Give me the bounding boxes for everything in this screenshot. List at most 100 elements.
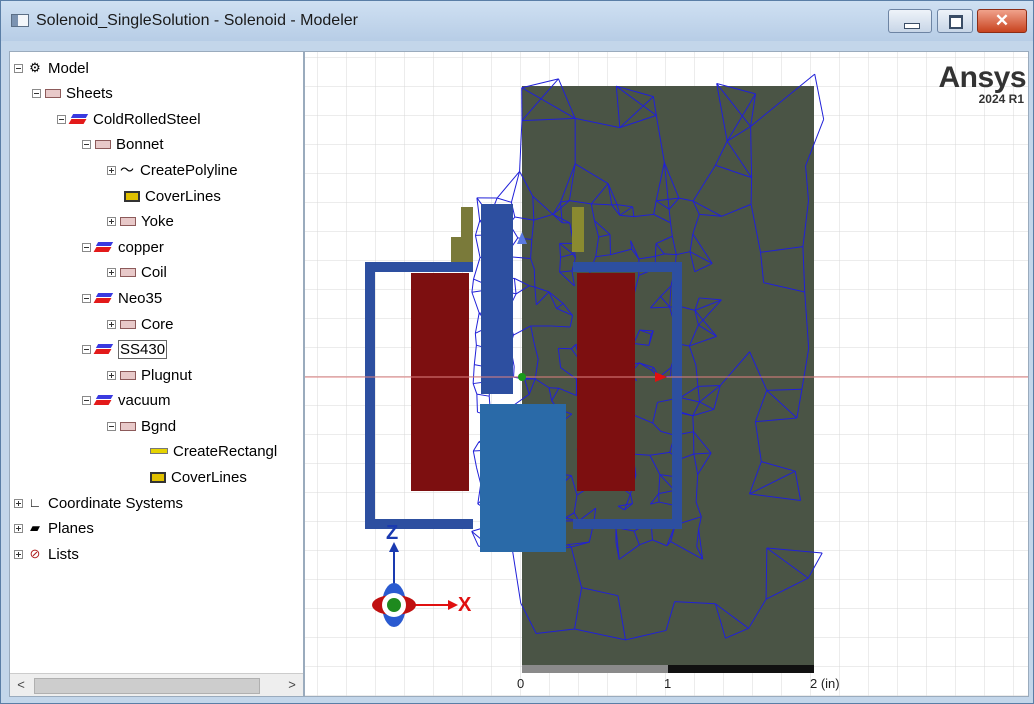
tree-item-label: copper: [118, 238, 164, 256]
collapse-icon[interactable]: [32, 88, 41, 98]
material-icon: [95, 395, 113, 405]
tree-item-label: Coordinate Systems: [48, 494, 184, 512]
cover-lines-icon: [150, 471, 166, 483]
tree-item-label: Bonnet: [116, 135, 164, 153]
expand-icon[interactable]: [14, 549, 23, 559]
modeler-viewport[interactable]: Z X Ansys 2024 R1 0 1 2 (in): [304, 51, 1029, 697]
collapse-icon[interactable]: [82, 242, 91, 252]
collapse-icon[interactable]: [82, 344, 91, 354]
sheet-icon: [120, 267, 136, 277]
close-icon: ✕: [994, 11, 1010, 30]
tree-item-copper[interactable]: copper: [82, 235, 164, 259]
tree-item-coldrolledsteel[interactable]: ColdRolledSteel: [57, 107, 201, 131]
scale-label-0: 0: [517, 676, 525, 691]
scroll-left-icon[interactable]: <: [12, 677, 30, 693]
tree-item-core[interactable]: Core: [107, 312, 174, 336]
tree-item-label: Lists: [48, 545, 79, 563]
mesh-canvas[interactable]: [305, 52, 1029, 697]
maximize-button[interactable]: [937, 9, 973, 33]
expand-icon[interactable]: [107, 216, 116, 226]
tree-item-label: CreateRectangl: [173, 442, 278, 460]
expand-icon[interactable]: [14, 498, 23, 508]
material-icon: [95, 293, 113, 303]
tree-item-coordinate-systems[interactable]: ∟ Coordinate Systems: [14, 491, 183, 515]
expand-icon[interactable]: [14, 523, 23, 533]
tree-item-coil[interactable]: Coil: [107, 260, 167, 284]
modeler-window: Solenoid_SingleSolution - Solenoid - Mod…: [0, 0, 1034, 704]
tree-item-neo35[interactable]: Neo35: [82, 286, 162, 310]
tree-item-yoke[interactable]: Yoke: [107, 209, 174, 233]
expand-icon[interactable]: [107, 370, 116, 380]
tree-item-vacuum[interactable]: vacuum: [82, 388, 171, 412]
collapse-icon[interactable]: [14, 63, 23, 73]
polyline-icon: 〜: [120, 162, 134, 178]
tree-item-label: CreatePolyline: [140, 161, 238, 179]
material-icon: [95, 242, 113, 252]
cover-lines-icon: [124, 190, 140, 202]
collapse-icon[interactable]: [107, 421, 116, 431]
tree-item-label: vacuum: [118, 391, 171, 409]
scroll-thumb[interactable]: [34, 678, 260, 694]
coordinate-system-icon: ∟: [28, 495, 42, 510]
tree-item-label: Model: [48, 59, 89, 77]
tree-item-label: Plugnut: [141, 366, 192, 384]
title-bar[interactable]: Solenoid_SingleSolution - Solenoid - Mod…: [1, 1, 1033, 41]
collapse-icon[interactable]: [82, 293, 91, 303]
tree-item-label: CoverLines: [171, 468, 247, 486]
z-axis-label: Z: [386, 522, 399, 544]
expand-icon[interactable]: [107, 165, 116, 175]
material-icon: [70, 114, 88, 124]
collapse-icon[interactable]: [57, 114, 66, 124]
tree-item-label: Coil: [141, 263, 167, 281]
collapse-icon[interactable]: [82, 395, 91, 405]
expand-icon[interactable]: [107, 267, 116, 277]
model-icon: ⚙: [29, 60, 41, 75]
sheet-icon: [45, 88, 61, 98]
sheet-icon: [95, 139, 111, 149]
tree-item-coverlines-2[interactable]: CoverLines: [150, 465, 247, 489]
tree-item-createrectangle[interactable]: CreateRectangl: [150, 439, 277, 463]
tree-item-label: Yoke: [141, 212, 174, 230]
tree-item-model[interactable]: ⚙ Model: [14, 56, 89, 80]
horizontal-scrollbar[interactable]: < >: [10, 673, 303, 696]
scale-label-2: 2 (in): [810, 676, 840, 691]
sheet-icon: [120, 421, 136, 431]
bonnet-left: [451, 237, 473, 262]
tree-item-bgnd[interactable]: Bgnd: [107, 414, 176, 438]
tree-item-label: Sheets: [66, 84, 113, 102]
sheet-icon: [120, 370, 136, 380]
close-button[interactable]: ✕: [977, 9, 1027, 33]
x-axis-label: X: [458, 594, 472, 616]
sheet-icon: [120, 216, 136, 226]
tree-item-ss430[interactable]: SS430: [82, 337, 168, 361]
tree-item-planes[interactable]: ▰ Planes: [14, 516, 94, 540]
origin-point: [518, 373, 526, 381]
planes-icon: ▰: [30, 520, 40, 535]
minimize-button[interactable]: [888, 9, 932, 33]
window-icon: [11, 14, 29, 27]
scale-label-1: 1: [664, 676, 672, 691]
core: [481, 204, 513, 394]
coil-left: [411, 273, 469, 491]
sheet-icon: [120, 319, 136, 329]
tree-item-label: SS430: [118, 339, 168, 359]
tree-item-bonnet[interactable]: Bonnet: [82, 132, 164, 156]
bonnet-right: [572, 207, 584, 252]
lists-icon: ⊘: [29, 546, 41, 561]
ansys-logo: Ansys 2024 R1: [938, 63, 1026, 107]
scroll-right-icon[interactable]: >: [283, 677, 301, 693]
expand-icon[interactable]: [107, 319, 116, 329]
plugnut: [480, 404, 566, 552]
tree-item-coverlines[interactable]: CoverLines: [124, 184, 221, 208]
tree-item-lists[interactable]: ⊘ Lists: [14, 542, 79, 566]
logo-version: 2024 R1: [978, 92, 1024, 106]
tree-item-label: CoverLines: [145, 187, 221, 205]
tree-item-sheets[interactable]: Sheets: [32, 81, 113, 105]
tree-item-label: Bgnd: [141, 417, 177, 435]
collapse-icon[interactable]: [82, 139, 91, 149]
rectangle-icon: [150, 448, 168, 454]
tree-item-createpolyline[interactable]: 〜 CreatePolyline: [107, 158, 238, 182]
model-tree[interactable]: ⚙ Model Sheets ColdRolledSteel Bonnet 〜 …: [9, 51, 304, 697]
tree-item-plugnut[interactable]: Plugnut: [107, 363, 192, 387]
tree-item-label: Neo35: [118, 289, 163, 307]
